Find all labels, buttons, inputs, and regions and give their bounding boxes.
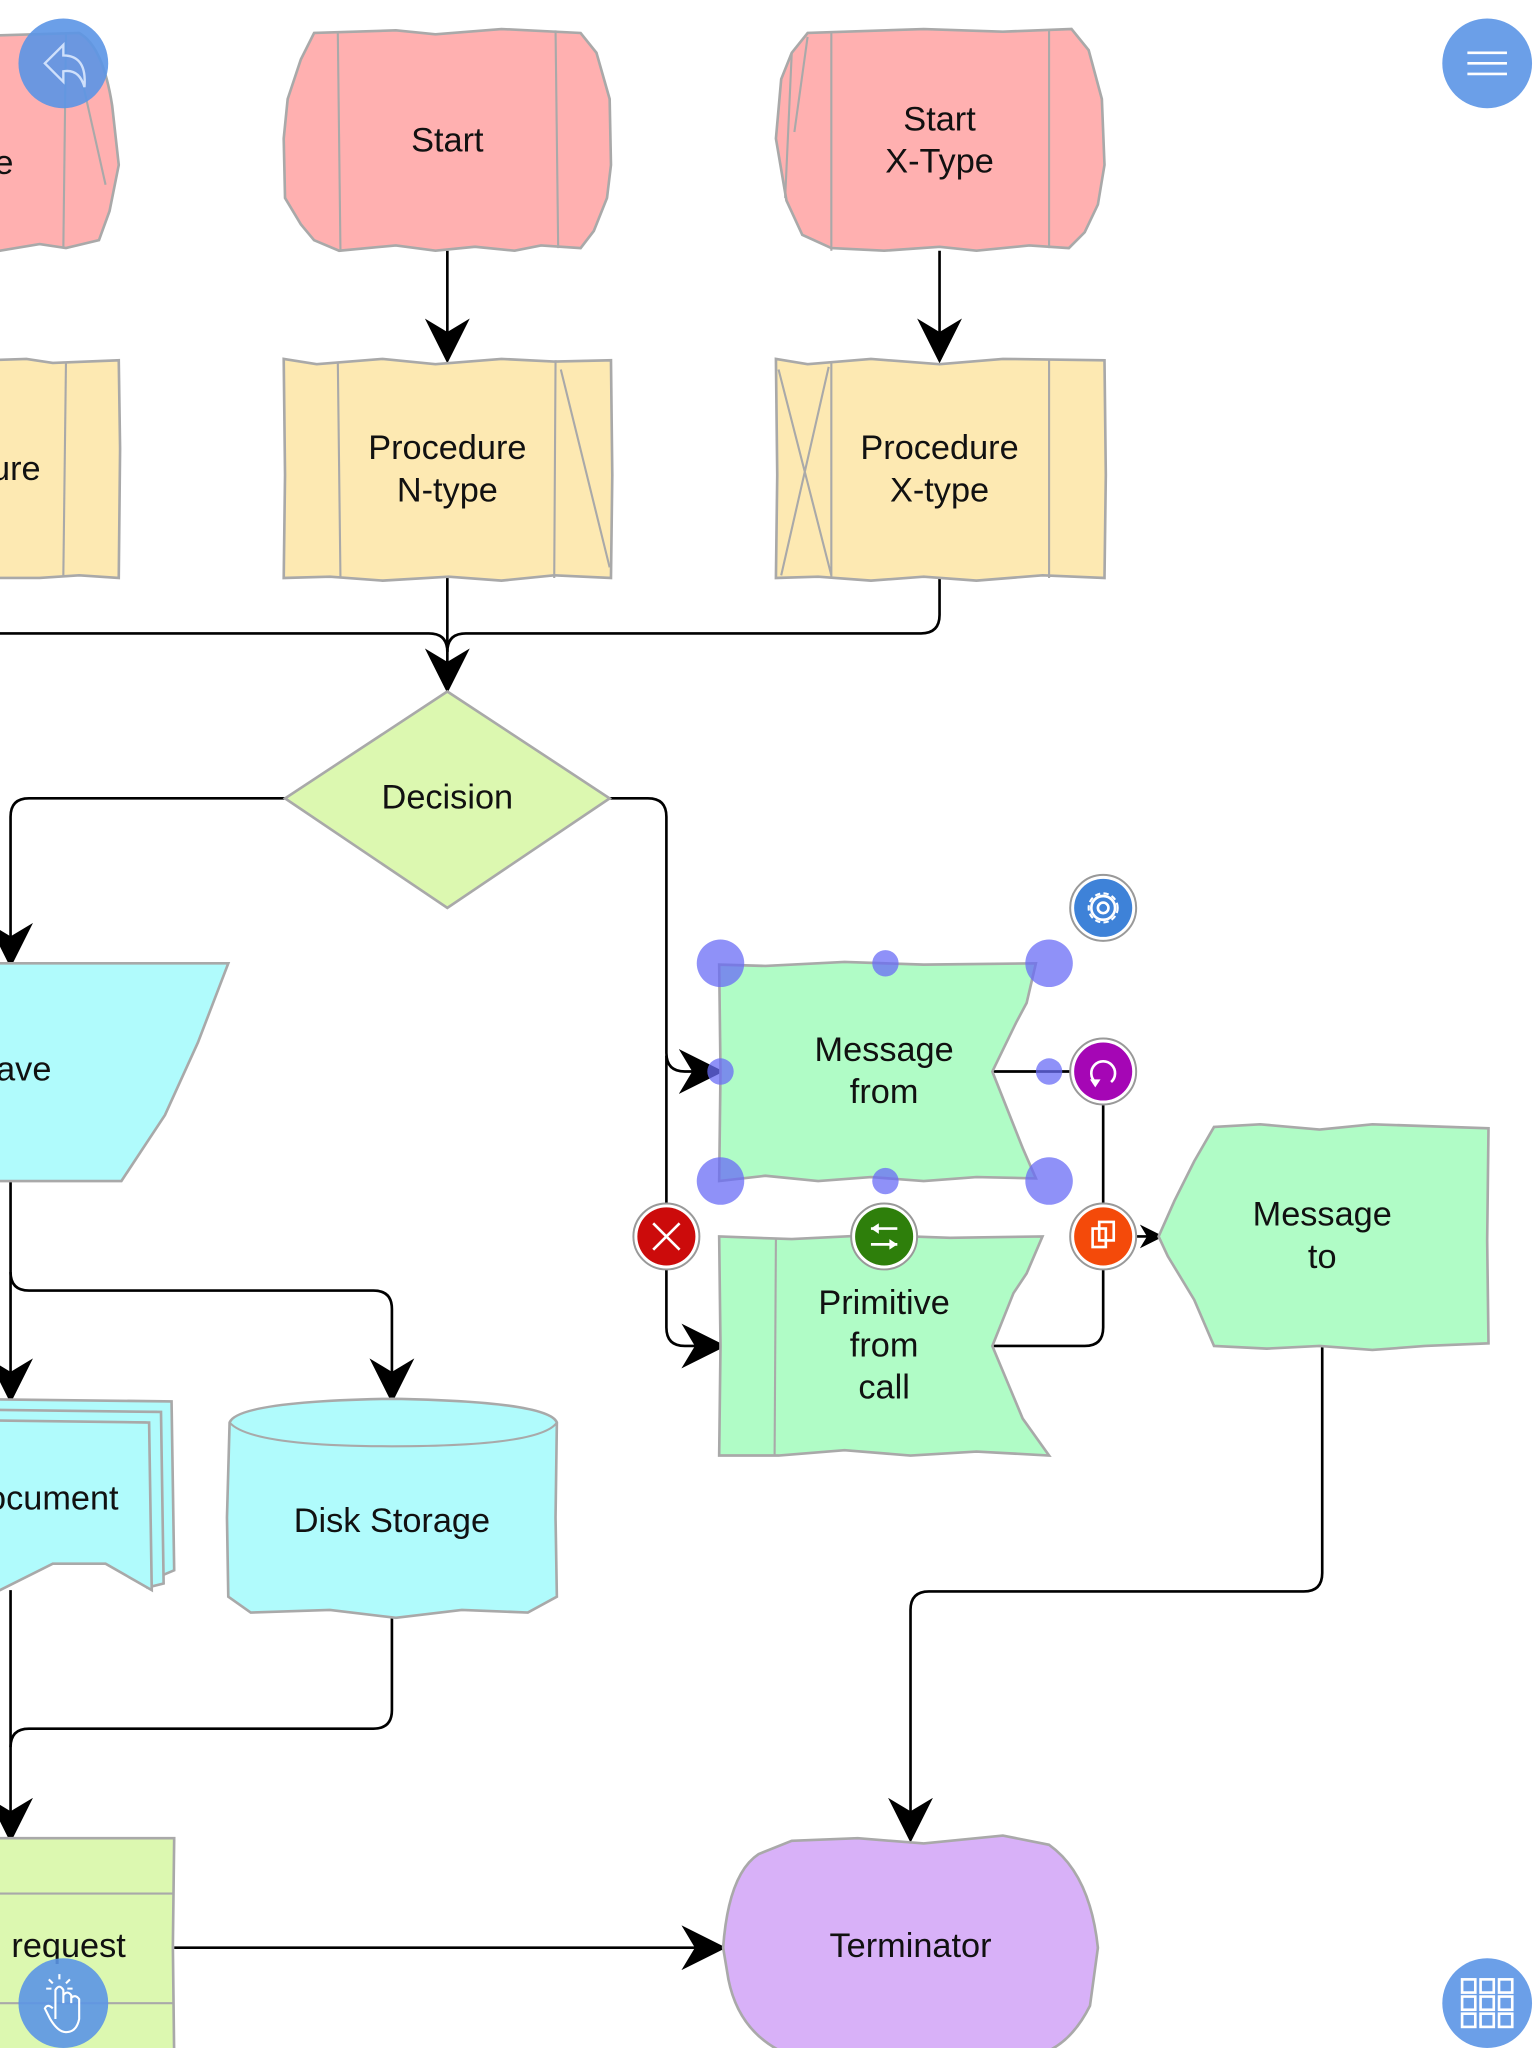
node-label-line1: Procedure bbox=[368, 429, 526, 467]
grid-view-button[interactable] bbox=[1442, 1958, 1533, 2048]
node-label-line1: Procedure bbox=[860, 429, 1018, 467]
node-label: e bbox=[0, 144, 13, 182]
resize-handle-top[interactable] bbox=[872, 950, 899, 977]
node-label-line1: Start bbox=[903, 100, 976, 138]
node-label: ure bbox=[0, 450, 41, 488]
edge-decision-save[interactable] bbox=[0, 797, 286, 968]
node-procedure-x-type[interactable]: Procedure X-type bbox=[774, 357, 1108, 582]
node-label-line1: Message bbox=[1253, 1196, 1392, 1234]
node-message-to[interactable]: Message to bbox=[1157, 1122, 1490, 1352]
touch-mode-button[interactable] bbox=[18, 1958, 109, 2048]
node-label-line2: X-type bbox=[890, 471, 989, 509]
node-decision[interactable]: Decision bbox=[282, 689, 613, 910]
node-label-line1: Message bbox=[815, 1031, 954, 1069]
node-label-line2: X-Type bbox=[885, 143, 994, 181]
node-label: Start bbox=[411, 122, 484, 160]
resize-handle-top-left[interactable] bbox=[696, 939, 745, 988]
node-document-partial[interactable]: ocument bbox=[0, 1398, 176, 1593]
node-disk-storage[interactable]: Disk Storage bbox=[225, 1397, 559, 1620]
diagram-canvas[interactable]: e Start Start X-Type ure Procedure N-typ… bbox=[0, 0, 1536, 2048]
resize-handle-left[interactable] bbox=[707, 1058, 734, 1085]
menu-button[interactable] bbox=[1442, 18, 1533, 109]
node-label: Decision bbox=[382, 779, 514, 817]
node-label: Terminator bbox=[830, 1927, 992, 1965]
copy-button[interactable] bbox=[1069, 1202, 1138, 1271]
node-label-line2: N-type bbox=[397, 471, 498, 509]
node-terminator[interactable]: Terminator bbox=[721, 1834, 1100, 2048]
node-start[interactable]: Start bbox=[282, 27, 613, 253]
rotate-button[interactable] bbox=[1069, 1037, 1138, 1106]
delete-button[interactable] bbox=[632, 1202, 701, 1271]
node-label-line2: to bbox=[1308, 1238, 1337, 1276]
node-label-line2: from bbox=[850, 1073, 919, 1111]
resize-handle-bottom-right[interactable] bbox=[1025, 1157, 1073, 1205]
node-label-line2: from bbox=[850, 1326, 919, 1364]
settings-button[interactable] bbox=[1069, 873, 1138, 942]
connectors bbox=[0, 250, 1324, 1971]
node-label: ocument bbox=[0, 1479, 119, 1517]
resize-handle-top-right[interactable] bbox=[1025, 939, 1073, 988]
resize-handle-bottom[interactable] bbox=[872, 1167, 899, 1195]
node-procedure-n-type[interactable]: Procedure N-type bbox=[282, 357, 614, 582]
node-message-from[interactable]: Message from bbox=[717, 960, 1038, 1183]
resize-handle-bottom-left[interactable] bbox=[696, 1157, 745, 1205]
swap-button[interactable] bbox=[850, 1202, 919, 1271]
edge-procedure-x-decision[interactable] bbox=[446, 577, 941, 652]
undo-button[interactable] bbox=[18, 18, 109, 109]
node-label-line3: call bbox=[858, 1369, 909, 1407]
node-start-x-type[interactable]: Start X-Type bbox=[774, 27, 1106, 253]
node-label: ave bbox=[0, 1051, 51, 1089]
edge-save-disk[interactable] bbox=[9, 1272, 415, 1404]
edge-disk-request[interactable] bbox=[9, 1616, 394, 1748]
node-label-line1: Primitive bbox=[818, 1284, 949, 1322]
resize-handle-right[interactable] bbox=[1035, 1058, 1063, 1085]
node-save-partial[interactable]: ave bbox=[0, 961, 231, 1183]
node-label: Disk Storage bbox=[294, 1502, 490, 1540]
node-procedure-partial[interactable]: ure bbox=[0, 357, 122, 580]
edge-decision-message-from[interactable] bbox=[609, 797, 724, 1094]
edge-procedure-left-decision[interactable] bbox=[0, 632, 449, 652]
